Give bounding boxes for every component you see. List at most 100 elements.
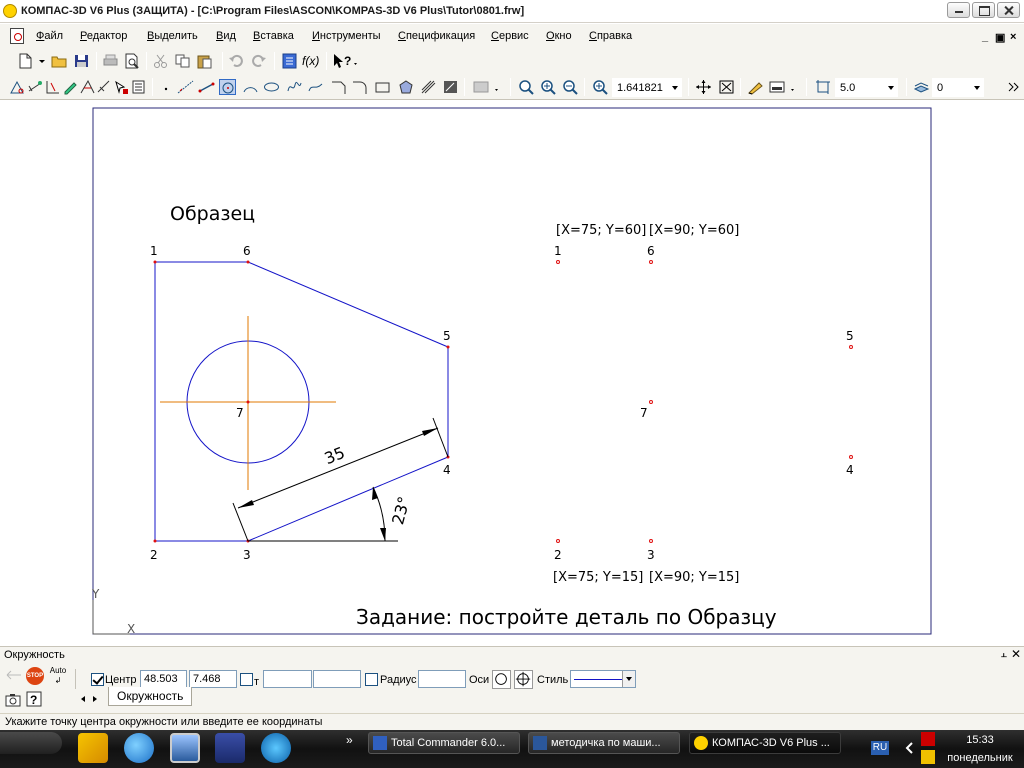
with-axes-toggle[interactable] <box>514 670 533 689</box>
symbols-panel-icon[interactable] <box>45 79 62 95</box>
current-state-dropdown-icon[interactable] <box>768 79 798 95</box>
drawing-svg[interactable]: 35 23° 1 6 5 4 2 3 7 Образец 1 6 5 4 2 3… <box>0 101 1024 646</box>
menu-service[interactable]: Сервис <box>491 30 529 42</box>
context-help-button[interactable]: ? <box>332 53 358 69</box>
menu-window[interactable]: Окно <box>546 30 572 42</box>
menu-tools[interactable]: Инструменты <box>312 30 381 42</box>
zoom-in-icon[interactable] <box>540 79 557 95</box>
ellipse-icon[interactable] <box>263 79 280 95</box>
save-icon[interactable] <box>73 53 90 69</box>
segment-icon[interactable] <box>198 79 215 95</box>
refresh-icon[interactable] <box>747 79 764 95</box>
variables-button[interactable]: f(x) <box>302 54 322 70</box>
macro-dropdown-icon[interactable] <box>472 79 502 95</box>
spline-icon[interactable] <box>286 79 303 95</box>
geometry-panel-icon[interactable] <box>9 79 26 95</box>
start-button[interactable] <box>0 732 62 754</box>
desktop-icon[interactable] <box>170 733 200 763</box>
task-total-commander[interactable]: Total Commander 6.0... <box>368 732 520 754</box>
menu-help[interactable]: Справка <box>589 30 632 42</box>
tab-scroll-arrows[interactable] <box>80 693 104 705</box>
menu-file[interactable]: Файл <box>36 30 63 42</box>
edit-panel-icon[interactable] <box>62 79 79 95</box>
menu-specification[interactable]: Спецификация <box>398 30 475 42</box>
clock[interactable]: 15:33 понедельник <box>940 734 1020 764</box>
point-icon[interactable] <box>158 79 175 95</box>
measure-panel-icon[interactable] <box>96 79 113 95</box>
zoom-window-icon[interactable] <box>518 79 535 95</box>
point-x-input[interactable] <box>263 670 312 688</box>
center-x-input[interactable] <box>140 670 187 688</box>
point-on-circle-checkbox[interactable] <box>240 673 253 686</box>
pan-icon[interactable] <box>695 79 712 95</box>
document-icon[interactable] <box>10 28 24 44</box>
minimize-button[interactable] <box>947 2 970 18</box>
lightning-launcher-icon[interactable] <box>78 733 108 763</box>
line-style-select[interactable] <box>570 670 636 688</box>
stop-button[interactable]: STOP <box>26 667 44 685</box>
style-dropdown-button[interactable] <box>622 671 635 687</box>
fill-icon[interactable] <box>442 79 459 95</box>
maximize-button[interactable] <box>972 2 995 18</box>
spec-panel-icon[interactable] <box>130 79 147 95</box>
manager-icon[interactable] <box>281 53 298 69</box>
new-document-icon[interactable] <box>17 53 34 69</box>
polyline-icon[interactable] <box>307 79 324 95</box>
drawing-canvas[interactable]: 35 23° 1 6 5 4 2 3 7 Образец 1 6 5 4 2 3… <box>0 101 1024 646</box>
polygon-icon[interactable] <box>398 79 415 95</box>
zoom-scale-icon[interactable] <box>592 79 609 95</box>
open-folder-icon[interactable] <box>51 53 68 69</box>
menu-view[interactable]: Вид <box>216 30 236 42</box>
dimensions-panel-icon[interactable] <box>27 79 44 95</box>
tray-app-icon[interactable] <box>921 750 935 764</box>
more-tasks-icon[interactable]: » <box>346 733 353 747</box>
print-icon[interactable] <box>102 53 119 69</box>
arc-icon[interactable] <box>242 79 259 95</box>
doc-minimize-button[interactable]: _ <box>982 31 988 43</box>
help-icon[interactable]: ? <box>26 691 42 707</box>
no-axes-toggle[interactable] <box>492 670 511 689</box>
menu-select[interactable]: Выделить <box>147 30 198 42</box>
tray-expand-icon[interactable] <box>904 741 914 755</box>
print-preview-icon[interactable] <box>124 53 141 69</box>
close-window-button[interactable] <box>997 2 1020 18</box>
point-y-input[interactable] <box>313 670 361 688</box>
grid-step-select[interactable]: 5.0 <box>835 78 898 97</box>
panel-close-icon[interactable]: ✕ <box>1011 647 1021 661</box>
internet-explorer-icon[interactable] <box>124 733 154 763</box>
chamfer-icon[interactable] <box>330 79 347 95</box>
parametrization-panel-icon[interactable] <box>79 79 96 95</box>
kompas-app-icon[interactable] <box>3 4 17 18</box>
menu-insert[interactable]: Вставка <box>253 30 294 42</box>
center-checkbox[interactable] <box>91 673 104 686</box>
paste-icon[interactable] <box>196 53 213 69</box>
auxiliary-line-icon[interactable] <box>177 79 194 95</box>
tab-circle[interactable]: Окружность <box>108 687 193 706</box>
menu-editor[interactable]: Редактор <box>80 30 127 42</box>
show-all-icon[interactable] <box>718 79 735 95</box>
doc-close-button[interactable]: × <box>1010 31 1016 43</box>
zoom-scale-select[interactable]: 1.641821 <box>612 78 682 97</box>
toolbar-overflow-icon[interactable] <box>1006 79 1023 95</box>
layer-select[interactable]: 0 <box>932 78 984 97</box>
hatch-icon[interactable] <box>420 79 437 95</box>
redo-icon[interactable] <box>250 53 267 69</box>
rectangle-icon[interactable] <box>374 79 391 95</box>
fillet-icon[interactable] <box>351 79 368 95</box>
doc-restore-button[interactable]: ▣ <box>995 31 1005 44</box>
cut-icon[interactable] <box>152 53 169 69</box>
task-kompas[interactable]: КОМПАС-3D V6 Plus ... <box>689 732 841 754</box>
select-panel-icon[interactable] <box>113 79 130 95</box>
radius-input[interactable] <box>418 670 466 688</box>
layers-icon[interactable] <box>913 79 930 95</box>
camera-icon[interactable] <box>5 692 21 708</box>
center-y-input[interactable] <box>189 670 237 688</box>
floppy-save-icon[interactable] <box>215 733 245 763</box>
back-arrow-icon[interactable] <box>6 670 22 680</box>
circle-tool-icon[interactable] <box>219 79 236 95</box>
radius-checkbox[interactable] <box>365 673 378 686</box>
auto-create-button[interactable]: Auto ↲ <box>48 666 68 686</box>
antivirus-tray-icon[interactable] <box>921 732 935 746</box>
undo-icon[interactable] <box>228 53 245 69</box>
language-indicator[interactable]: RU <box>871 741 889 755</box>
